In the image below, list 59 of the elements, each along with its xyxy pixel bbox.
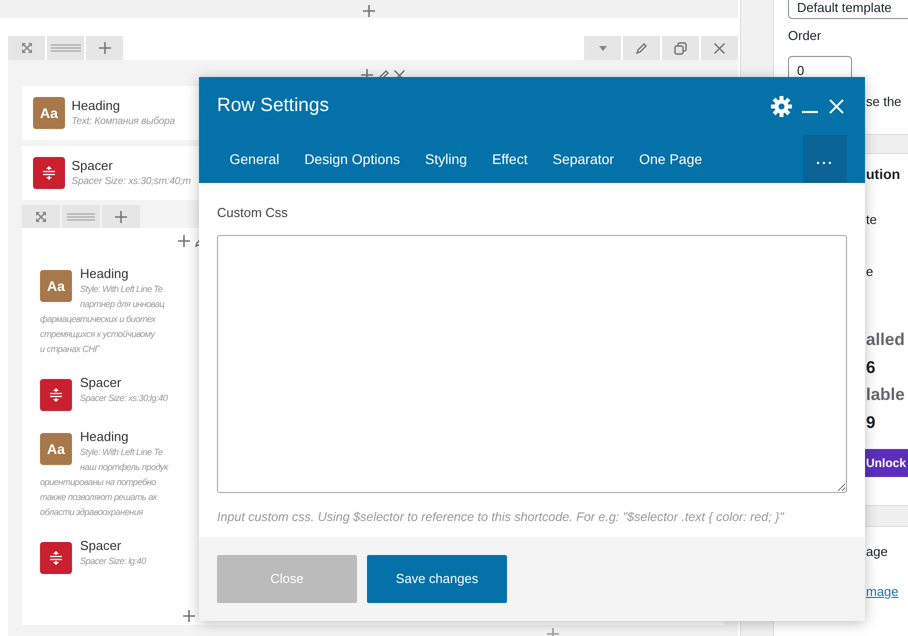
element-description: Spacer Size: xs:30;sm:40;m [72, 174, 191, 188]
tab[interactable]: Separator [540, 135, 627, 183]
heading-icon: Aa [40, 270, 72, 302]
stat-value: 6 [866, 357, 876, 379]
close-icon[interactable] [713, 42, 726, 54]
element-description: Spacer Size: lg:40 [80, 555, 146, 568]
element-description: Style: With Left Line Te партнер для инновац [80, 283, 164, 311]
more-tab[interactable]: ... [803, 135, 847, 183]
panel-title: ution [866, 165, 902, 184]
stat-label: alled [866, 329, 906, 351]
heading-icon: Aa [33, 97, 65, 129]
drag-handle-icon[interactable] [50, 43, 80, 53]
expand-icon[interactable] [20, 42, 32, 54]
help-text: se the [866, 94, 902, 110]
option-label: te [866, 211, 878, 229]
add-icon[interactable] [98, 41, 112, 55]
pencil-icon[interactable] [635, 42, 648, 54]
field-label: Order [788, 27, 822, 45]
add-icon[interactable] [362, 4, 376, 18]
element-title: Heading [72, 98, 121, 114]
element-title: Heading [80, 429, 130, 445]
spacer-icon [42, 165, 56, 181]
settings-icon[interactable] [771, 96, 792, 116]
spacer-icon [49, 550, 63, 566]
stat-label: lable [866, 384, 906, 406]
element-title: Spacer [72, 158, 114, 174]
drag-handle-icon[interactable] [67, 212, 95, 222]
expand-icon[interactable] [35, 210, 47, 222]
add-icon[interactable] [114, 210, 128, 224]
tab[interactable]: Effect [480, 135, 540, 183]
help-text: Input custom css. Using $selector to reference to this shortcode. For e.g: "$selector .text { color: red; }" [217, 509, 786, 526]
field-label: Custom Css [217, 205, 289, 221]
tab[interactable]: One Page [626, 135, 715, 183]
spacer-icon [49, 387, 63, 403]
element-description: Style: With Left Line Te наш портфель продук [80, 446, 168, 474]
element-description: Text: Компания выбора [72, 114, 175, 128]
add-icon[interactable] [177, 234, 191, 248]
heading-icon: Aa [40, 433, 72, 465]
element-description: фармацевтических и биотех стремящихся к устойчивому и странах СНГ [40, 313, 156, 356]
image-link[interactable]: mage [866, 577, 899, 607]
add-icon[interactable] [182, 609, 196, 623]
element-description: Spacer Size: xs:30;lg:40 [80, 392, 168, 405]
tab[interactable]: General [217, 135, 292, 183]
element-description: ориентированы на потребно также позволяют решать ак области здравоохранения [40, 476, 157, 519]
element-title: Heading [80, 266, 130, 282]
option-label: e [866, 263, 874, 281]
stat-value: 9 [866, 412, 876, 434]
tab[interactable]: Design Options [292, 135, 413, 183]
element-title: Spacer [80, 538, 122, 554]
tab[interactable]: Styling [412, 135, 480, 183]
copy-icon[interactable] [674, 42, 687, 54]
template-select[interactable]: Default template [788, 0, 908, 19]
modal-title: Row Settings [217, 94, 329, 118]
css-field[interactable] [217, 235, 847, 493]
caret-icon[interactable] [598, 46, 606, 50]
save-button[interactable]: Save changes [367, 555, 507, 603]
unlock-button[interactable]: Unlock [865, 449, 908, 477]
element-title: Spacer [80, 375, 122, 391]
panel-title: age [866, 543, 889, 561]
